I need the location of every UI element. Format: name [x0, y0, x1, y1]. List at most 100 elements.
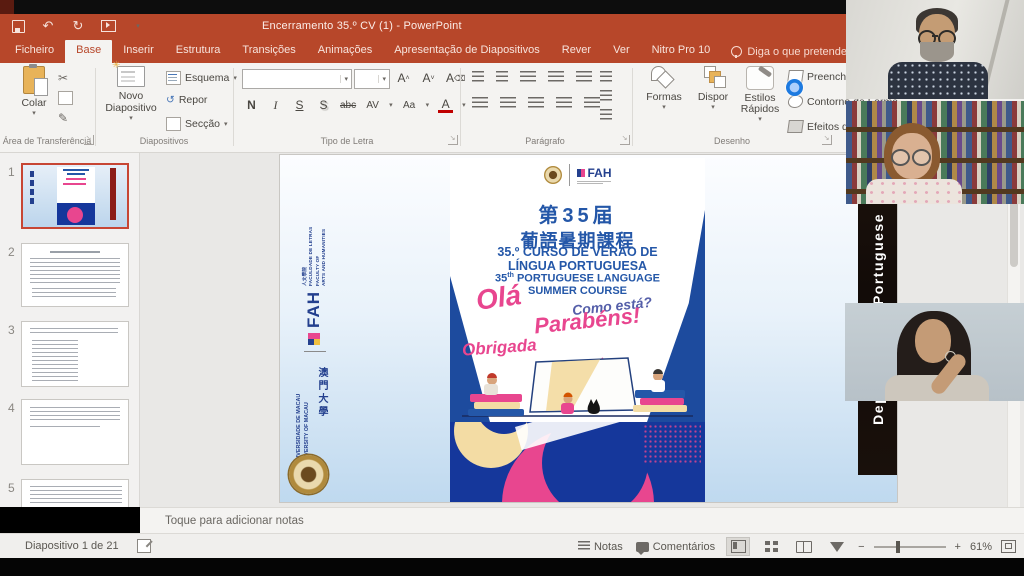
zoom-in-button[interactable]: + [955, 541, 961, 553]
line-spacing-icon[interactable] [576, 71, 592, 83]
comments-toggle[interactable]: Comentários [634, 541, 717, 553]
zoom-slider-handle[interactable] [896, 541, 900, 553]
slide-thumbnail-3[interactable] [21, 321, 129, 387]
poster-bottom-swirl [450, 422, 705, 502]
text-direction-icon[interactable] [600, 71, 612, 83]
group-label-drawing: Desenho [672, 136, 792, 146]
reading-view-button[interactable] [792, 537, 816, 556]
character-spacing-button[interactable]: AV [365, 97, 380, 113]
quick-styles-button[interactable]: Estilos Rápidos ▾ [737, 66, 783, 123]
decrease-indent-icon[interactable] [520, 71, 536, 83]
video-tile-participant-3[interactable] [845, 303, 1024, 401]
shapes-icon [651, 66, 677, 88]
justify-icon[interactable] [556, 97, 572, 109]
font-size-combo[interactable]: ▾ [354, 69, 390, 89]
notes-pane[interactable]: Toque para adicionar notas [140, 507, 1024, 533]
reset-button[interactable]: ↺Repor [166, 94, 207, 106]
slide-thumbnail-2[interactable] [21, 243, 129, 307]
align-left-icon[interactable] [472, 97, 488, 109]
bold-button[interactable]: N [244, 97, 259, 113]
paragraph-dialog-launcher[interactable]: ↘ [620, 135, 630, 145]
tab-ficheiro[interactable]: Ficheiro [4, 40, 65, 63]
slideshow-icon[interactable] [100, 18, 116, 34]
fit-slide-to-window-icon[interactable] [1001, 540, 1016, 553]
tab-rever[interactable]: Rever [551, 40, 602, 63]
copy-button[interactable] [58, 91, 73, 105]
slideshow-view-button[interactable] [825, 537, 849, 556]
tab-transicoes[interactable]: Transições [231, 40, 306, 63]
group-label-paragraph: Parágrafo [485, 136, 605, 146]
thumb-number-3: 3 [8, 323, 15, 337]
greeting-ola: Olá [474, 279, 523, 317]
zoom-slider[interactable] [874, 546, 946, 548]
align-text-icon[interactable] [600, 90, 612, 102]
um-cjk-vertical: 澳門大學 [314, 367, 329, 419]
customize-qat-arrow-icon[interactable]: ▾ [130, 18, 146, 34]
decrease-font-icon[interactable]: A˅ [421, 70, 436, 86]
mini-slide-1 [23, 165, 127, 227]
paragraph-col [600, 71, 612, 121]
redo-icon[interactable]: ↻ [70, 18, 86, 34]
paste-button[interactable]: Colar ▾ [12, 66, 56, 117]
slide-sorter-button[interactable] [759, 537, 783, 556]
change-case-button[interactable]: Aa [402, 97, 417, 113]
cut-button[interactable]: ✂ [58, 71, 68, 85]
slide-thumbnail-5[interactable] [21, 479, 129, 507]
notes-page-icon[interactable] [137, 539, 151, 553]
fah-mini-letters: FAH [588, 166, 612, 180]
tab-ver[interactable]: Ver [602, 40, 641, 63]
italic-button[interactable]: I [268, 97, 283, 113]
notes-toggle[interactable]: Notas [576, 541, 625, 553]
text-shadow-button[interactable]: S [316, 97, 331, 113]
tab-nitro-pro[interactable]: Nitro Pro 10 [641, 40, 722, 63]
fah-vertical-logo: FAH 人文學院 FACULDADE DE LETRAS FACULTY OF … [292, 163, 336, 345]
paragraph-row-1 [472, 71, 592, 83]
smartart-icon[interactable] [600, 109, 612, 121]
slide-thumbnail-1[interactable] [21, 163, 129, 229]
underline-button[interactable]: S [292, 97, 307, 113]
poster-pt-title: 35.º CURSO DE VERÃO DE LÍNGUA PORTUGUESA [450, 245, 705, 273]
video-tile-participant-1[interactable] [846, 0, 1024, 99]
font-color-button[interactable]: A [438, 97, 453, 113]
align-center-icon[interactable] [500, 97, 516, 109]
undo-icon[interactable]: ↶ [40, 18, 56, 34]
font-name-combo[interactable]: ▾ [242, 69, 352, 89]
save-icon[interactable] [10, 18, 26, 34]
format-painter-button[interactable]: ✎ [58, 111, 68, 125]
slide-thumbnail-4[interactable] [21, 399, 129, 465]
clear-formatting-icon[interactable]: A⌫ [446, 70, 465, 86]
align-right-icon[interactable] [528, 97, 544, 109]
tab-apresentacao[interactable]: Apresentação de Diapositivos [383, 40, 551, 63]
participant-1-beard [920, 42, 954, 62]
letterbox-bottom [0, 558, 1024, 576]
normal-view-button[interactable] [726, 537, 750, 556]
drawing-dialog-launcher[interactable]: ↘ [822, 135, 832, 145]
poster-illustration [450, 354, 705, 424]
clipboard-dialog-launcher[interactable]: ↘ [84, 135, 94, 145]
numbering-icon[interactable] [496, 71, 508, 83]
shapes-button[interactable]: Formas ▾ [640, 66, 688, 111]
arrange-button[interactable]: Dispor ▾ [692, 66, 734, 111]
new-slide-button[interactable]: Novo Diapositivo ▾ [102, 66, 160, 122]
tab-animacoes[interactable]: Animações [307, 40, 383, 63]
slide-editing-area[interactable]: FAH 人文學院 FACULDADE DE LETRAS FACULTY OF … [280, 155, 897, 502]
tab-estrutura[interactable]: Estrutura [165, 40, 232, 63]
status-bar: Diapositivo 1 de 21 Notas Comentários − … [0, 533, 1024, 558]
increase-indent-icon[interactable] [548, 71, 564, 83]
university-line: UNIVERSIDADE DE MACAU [296, 394, 302, 465]
layout-button[interactable]: Esquema▾ [166, 71, 237, 85]
strikethrough-button[interactable]: abc [340, 97, 356, 113]
video-tile-participant-2[interactable] [846, 101, 1024, 204]
font-dialog-launcher[interactable]: ↘ [448, 135, 458, 145]
slide-sorter-icon [765, 541, 778, 552]
thumb-number-5: 5 [8, 481, 15, 495]
increase-font-icon[interactable]: A˄ [396, 70, 411, 86]
zoom-level[interactable]: 61% [970, 541, 992, 553]
tab-base[interactable]: Base [65, 40, 112, 63]
zoom-out-button[interactable]: − [858, 541, 864, 553]
quick-access-toolbar: ↶ ↻ ▾ [10, 18, 146, 34]
section-button[interactable]: Secção▾ [166, 117, 228, 131]
bullets-icon[interactable] [472, 71, 484, 83]
columns-icon[interactable] [584, 97, 600, 109]
layout-icon [166, 71, 181, 85]
